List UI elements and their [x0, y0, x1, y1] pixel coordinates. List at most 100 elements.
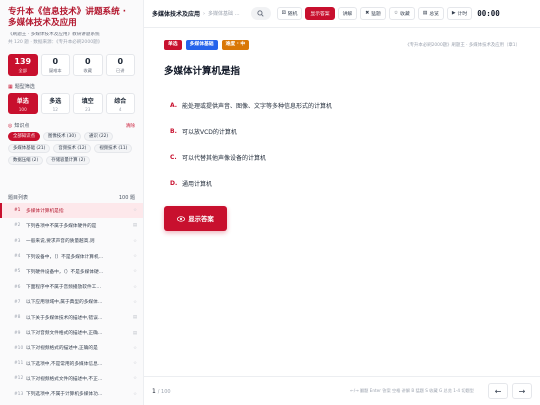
- hard-button[interactable]: ✖ 猛题: [360, 7, 386, 20]
- stat-all[interactable]: 139 全部: [8, 54, 38, 76]
- question-number: #3: [14, 238, 21, 244]
- list-item[interactable]: #5 下列硬件设备中，（）不是多媒体硬… ☆: [0, 264, 143, 279]
- explain-label: 讲解: [342, 12, 353, 17]
- explain-button[interactable]: 讲解: [337, 7, 358, 20]
- chip-compression[interactable]: 数据压缩 (2): [8, 156, 44, 165]
- list-item[interactable]: #12 以下对视频格式文件的描述中,不正… ☆: [0, 371, 143, 386]
- option-d[interactable]: D. 通用计算机: [164, 170, 520, 196]
- show-answer-label: 显示答案: [310, 12, 330, 17]
- show-answer-button[interactable]: 显示答案: [164, 206, 227, 231]
- question-number: #4: [14, 254, 21, 260]
- overview-button[interactable]: ▤ 总览: [417, 7, 444, 20]
- chip-video[interactable]: 视频技术 (11): [94, 144, 133, 153]
- show-answer-top-button[interactable]: 显示答案: [305, 7, 335, 20]
- list-item[interactable]: #13 下列选项中,不属于计算机多媒体功… ☆: [0, 387, 143, 402]
- question-list-count: 100 题: [118, 195, 135, 201]
- stat-difficult[interactable]: 0 疑难本: [40, 54, 70, 76]
- question-number: #6: [14, 284, 21, 290]
- star-icon: ☆: [133, 345, 137, 351]
- stat-favorites[interactable]: 0 收藏: [73, 54, 103, 76]
- breadcrumb-sub[interactable]: 多媒体基础 …: [208, 10, 240, 17]
- question-title: 多媒体计算机是指: [26, 208, 64, 214]
- stat-num: 0: [117, 57, 124, 66]
- dice-icon: ⚄: [281, 11, 286, 16]
- option-letter: C.: [170, 153, 177, 161]
- chip-multimedia-basics[interactable]: 多媒体基础 (21): [8, 144, 51, 153]
- option-a[interactable]: A. 能处理或提供声音、图像、文字等多种信息形式的计算机: [164, 92, 520, 118]
- hard-label: 猛题: [371, 12, 381, 17]
- kp-header: ◎ 知识点 清除: [0, 122, 143, 130]
- next-button[interactable]: →: [512, 383, 532, 399]
- question-list: #1 多媒体计算机是指 ☆ #2 下列各项中不属于多媒体硬件的是 ▤ #3 一般来说,要求…: [0, 203, 143, 402]
- note-icon: ▤: [132, 330, 137, 336]
- favorite-button[interactable]: ☆ 收藏: [388, 7, 415, 20]
- type-single[interactable]: 单选 100: [8, 93, 38, 114]
- stat-label: 已讲: [116, 68, 125, 73]
- chip-audio[interactable]: 音频技术 (12): [53, 144, 92, 153]
- list-item[interactable]: #8 以下关于多媒体技术的描述中,错误… ▤: [0, 310, 143, 325]
- list-item[interactable]: #11 以下选项中,不是常用的多媒体信息… ☆: [0, 356, 143, 371]
- chip-all[interactable]: 全部知识点: [8, 132, 40, 141]
- grid-icon: ▤: [422, 11, 428, 16]
- app-title: 专升本《信息技术》讲题系统 · 多媒体技术及应用: [8, 7, 126, 28]
- overview-label: 总览: [429, 12, 439, 17]
- option-b[interactable]: B. 可以放VCD的计算机: [164, 118, 520, 144]
- question-number: #9: [14, 330, 21, 336]
- timer-button[interactable]: ▶ 计时: [446, 7, 473, 20]
- app-subtitle: 《刷题王 · 多媒体技术及应用》教研讲题系统: [8, 32, 100, 37]
- question-number: #5: [14, 269, 21, 275]
- stat-explained[interactable]: 0 已讲: [105, 54, 135, 76]
- page-indicator: 1 / 100: [152, 388, 171, 395]
- chip-general[interactable]: 通识 (22): [83, 132, 114, 141]
- sidebar: 专升本《信息技术》讲题系统 · 多媒体技术及应用 《刷题王 · 多媒体技术及应用…: [0, 0, 144, 405]
- type-name: 填空: [81, 98, 94, 105]
- question-tags: 单选 多媒体基础 难度 · 中 《专升本必刷2000题》刷题王 · 多媒体技术及…: [164, 40, 520, 50]
- question-number: #13: [14, 391, 24, 397]
- search-icon: [257, 10, 264, 17]
- options-list: A. 能处理或提供声音、图像、文字等多种信息形式的计算机 B. 可以放VCD的计算机…: [164, 92, 520, 196]
- toolbar: ⚄ 随机 显示答案 讲解 ✖ 猛题 ☆ 收藏 ▤ 总览 ▶ 计时: [276, 7, 473, 20]
- search-button[interactable]: [250, 7, 271, 20]
- list-item[interactable]: #2 下列各项中不属于多媒体硬件的是 ▤: [0, 218, 143, 233]
- question-number: #8: [14, 315, 21, 321]
- type-name: 多选: [49, 98, 62, 105]
- breadcrumb-main[interactable]: 多媒体技术及应用: [152, 9, 200, 18]
- stat-label: 收藏: [83, 68, 92, 73]
- type-name: 综合: [114, 98, 127, 105]
- list-item[interactable]: #1 多媒体计算机是指 ☆: [0, 203, 143, 219]
- show-answer-label: 显示答案: [188, 215, 214, 223]
- tag-topic: 多媒体基础: [185, 40, 218, 50]
- option-letter: A.: [170, 101, 178, 109]
- note-icon: ▤: [132, 315, 137, 321]
- option-letter: B.: [170, 127, 177, 135]
- list-item[interactable]: #9 以下对音频文件格式的描述中,正确… ▤: [0, 325, 143, 340]
- question-title: 一般来说,要求声音的质量越高,则: [26, 239, 95, 245]
- question-source: 《专升本必刷2000题》刷题王 · 多媒体技术及应用（章1）: [405, 43, 520, 48]
- option-c[interactable]: C. 可以代替其他声像设备的计算机: [164, 144, 520, 170]
- question-title: 以下选项中,不是常用的多媒体信息…: [26, 361, 103, 367]
- star-icon: ☆: [133, 254, 137, 260]
- chip-storage[interactable]: 存储容量计算 (2): [46, 156, 91, 165]
- list-item[interactable]: #10 以下对视频格式的描述中,正确的是 ☆: [0, 341, 143, 356]
- type-multi[interactable]: 多选 12: [40, 93, 70, 114]
- option-text: 能处理或提供声音、图像、文字等多种信息形式的计算机: [182, 102, 333, 110]
- list-item[interactable]: #7 以下应用领域中,属于典型的多媒体… ☆: [0, 295, 143, 310]
- list-item[interactable]: #3 一般来说,要求声音的质量越高,则 ☆: [0, 234, 143, 249]
- question-list-label: 题目列表: [8, 195, 29, 201]
- favorite-label: 收藏: [400, 12, 410, 17]
- list-item[interactable]: #4 下列设备中，（）不是多媒体计算机… ☆: [0, 249, 143, 264]
- prev-button[interactable]: ←: [488, 383, 508, 399]
- kp-clear-button[interactable]: 清除: [126, 123, 135, 129]
- question-number: #7: [14, 299, 21, 305]
- list-item[interactable]: #6 下面程序中不属于音频播放软件工… ☆: [0, 279, 143, 294]
- type-filter-row: 单选 100 多选 12 填空 23 综合 4: [0, 90, 143, 114]
- target-icon: ◎: [8, 122, 13, 129]
- random-button[interactable]: ⚄ 随机: [276, 7, 303, 20]
- stat-label: 全部: [18, 68, 27, 73]
- question-list-header: 题目列表 100 题: [0, 194, 143, 201]
- type-comprehensive[interactable]: 综合 4: [105, 93, 135, 114]
- star-icon: ☆: [133, 361, 137, 367]
- question-title: 下面程序中不属于音频播放软件工…: [26, 285, 102, 291]
- type-fill[interactable]: 填空 23: [73, 93, 103, 114]
- chip-image[interactable]: 图像技术 (30): [42, 132, 81, 141]
